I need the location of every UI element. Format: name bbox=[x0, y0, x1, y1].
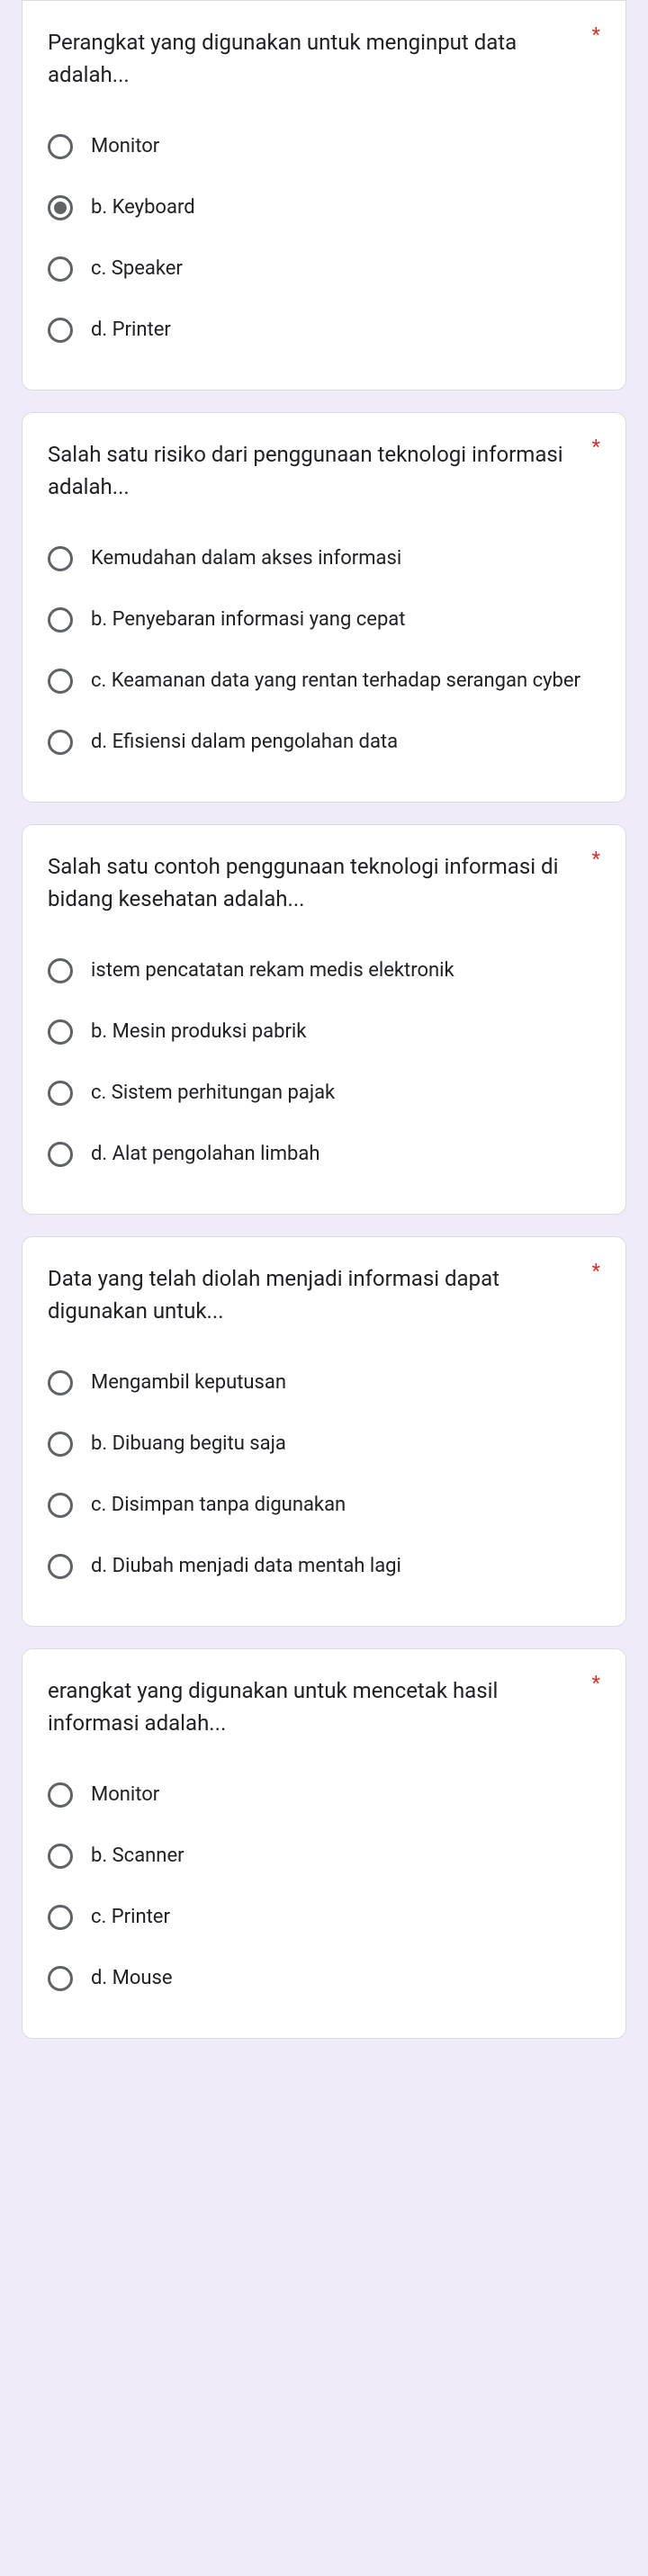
question-card: Perangkat yang digunakan untuk menginput… bbox=[22, 0, 626, 390]
radio-option[interactable]: d. Efisiensi dalam pengolahan data bbox=[48, 721, 600, 764]
radio-option[interactable]: Monitor bbox=[48, 1773, 600, 1817]
options-group: Mengambil keputusan b. Dibuang begitu sa… bbox=[48, 1352, 600, 1597]
radio-icon bbox=[48, 958, 73, 983]
radio-option[interactable]: c. Printer bbox=[48, 1896, 600, 1939]
option-label: b. Mesin produksi pabrik bbox=[91, 1018, 306, 1046]
radio-option[interactable]: d. Alat pengolahan limbah bbox=[48, 1133, 600, 1176]
option-label: Mengambil keputusan bbox=[91, 1369, 286, 1397]
radio-icon bbox=[48, 256, 73, 282]
radio-option[interactable]: Monitor bbox=[48, 125, 600, 168]
option-label: c. Disimpan tanpa digunakan bbox=[91, 1491, 346, 1520]
option-label: d. Printer bbox=[91, 316, 171, 345]
question-text: Data yang telah diolah menjadi informasi… bbox=[48, 1262, 589, 1327]
radio-icon bbox=[48, 134, 73, 159]
radio-icon bbox=[48, 1493, 73, 1518]
radio-icon bbox=[48, 730, 73, 755]
radio-option[interactable]: b. Dibuang begitu saja bbox=[48, 1423, 600, 1466]
options-group: Kemudahan dalam akses informasi b. Penye… bbox=[48, 528, 600, 773]
option-label: b. Dibuang begitu saja bbox=[91, 1430, 286, 1459]
option-label: b. Scanner bbox=[91, 1842, 184, 1871]
radio-icon bbox=[48, 546, 73, 571]
options-group: istem pencatatan rekam medis elektronik … bbox=[48, 940, 600, 1185]
radio-icon bbox=[48, 669, 73, 694]
question-header: Salah satu contoh penggunaan teknologi i… bbox=[48, 850, 600, 915]
radio-option[interactable]: c. Keamanan data yang rentan terhadap se… bbox=[48, 660, 600, 703]
question-header: Salah satu risiko dari penggunaan teknol… bbox=[48, 438, 600, 503]
radio-icon bbox=[48, 1142, 73, 1167]
required-asterisk: * bbox=[592, 438, 600, 458]
option-label: c. Printer bbox=[91, 1903, 170, 1932]
options-group: Monitor b. Scanner c. Printer d. Mouse bbox=[48, 1764, 600, 2009]
required-asterisk: * bbox=[592, 1674, 600, 1694]
radio-icon bbox=[48, 1081, 73, 1106]
option-label: b. Penyebaran informasi yang cepat bbox=[91, 606, 405, 634]
option-label: d. Mouse bbox=[91, 1964, 173, 1993]
radio-option[interactable]: d. Printer bbox=[48, 309, 600, 352]
radio-option[interactable]: b. Mesin produksi pabrik bbox=[48, 1010, 600, 1054]
option-label: d. Alat pengolahan limbah bbox=[91, 1140, 320, 1169]
question-header: Data yang telah diolah menjadi informasi… bbox=[48, 1262, 600, 1327]
radio-option[interactable]: Kemudahan dalam akses informasi bbox=[48, 537, 600, 580]
question-text: Salah satu risiko dari penggunaan teknol… bbox=[48, 438, 589, 503]
form-page: Perangkat yang digunakan untuk menginput… bbox=[0, 0, 648, 2075]
radio-icon bbox=[48, 1019, 73, 1045]
radio-option[interactable]: b. Keyboard bbox=[48, 186, 600, 229]
radio-option[interactable]: b. Penyebaran informasi yang cepat bbox=[48, 598, 600, 642]
radio-icon bbox=[48, 1782, 73, 1808]
option-label: c. Sistem perhitungan pajak bbox=[91, 1079, 335, 1108]
options-group: Monitor b. Keyboard c. Speaker d. Printe… bbox=[48, 116, 600, 361]
radio-option[interactable]: c. Sistem perhitungan pajak bbox=[48, 1072, 600, 1115]
radio-icon bbox=[48, 607, 73, 633]
radio-option[interactable]: d. Mouse bbox=[48, 1957, 600, 2000]
question-text: erangkat yang digunakan untuk mencetak h… bbox=[48, 1674, 589, 1739]
question-card: Salah satu contoh penggunaan teknologi i… bbox=[22, 824, 626, 1215]
radio-icon bbox=[48, 1554, 73, 1579]
option-label: Kemudahan dalam akses informasi bbox=[91, 544, 401, 573]
radio-option[interactable]: d. Diubah menjadi data mentah lagi bbox=[48, 1545, 600, 1588]
radio-icon bbox=[48, 1966, 73, 1991]
radio-option[interactable]: Mengambil keputusan bbox=[48, 1361, 600, 1405]
radio-icon bbox=[48, 1370, 73, 1396]
option-label: istem pencatatan rekam medis elektronik bbox=[91, 956, 454, 985]
option-label: d. Diubah menjadi data mentah lagi bbox=[91, 1552, 401, 1581]
required-asterisk: * bbox=[592, 1262, 600, 1282]
option-label: Monitor bbox=[91, 132, 159, 161]
question-card: Salah satu risiko dari penggunaan teknol… bbox=[22, 412, 626, 803]
option-label: b. Keyboard bbox=[91, 193, 195, 222]
radio-option[interactable]: c. Disimpan tanpa digunakan bbox=[48, 1484, 600, 1527]
question-header: Perangkat yang digunakan untuk menginput… bbox=[48, 26, 600, 91]
radio-icon bbox=[48, 318, 73, 343]
radio-option[interactable]: b. Scanner bbox=[48, 1835, 600, 1878]
question-text: Perangkat yang digunakan untuk menginput… bbox=[48, 26, 589, 91]
radio-icon bbox=[48, 1905, 73, 1930]
radio-option[interactable]: istem pencatatan rekam medis elektronik bbox=[48, 949, 600, 992]
option-label: c. Keamanan data yang rentan terhadap se… bbox=[91, 667, 580, 696]
option-label: d. Efisiensi dalam pengolahan data bbox=[91, 728, 398, 757]
required-asterisk: * bbox=[592, 850, 600, 870]
option-label: Monitor bbox=[91, 1781, 159, 1809]
required-asterisk: * bbox=[592, 26, 600, 46]
question-card: erangkat yang digunakan untuk mencetak h… bbox=[22, 1648, 626, 2039]
option-label: c. Speaker bbox=[91, 255, 183, 283]
radio-icon bbox=[48, 1844, 73, 1869]
radio-icon bbox=[48, 195, 73, 220]
question-text: Salah satu contoh penggunaan teknologi i… bbox=[48, 850, 589, 915]
question-header: erangkat yang digunakan untuk mencetak h… bbox=[48, 1674, 600, 1739]
radio-icon bbox=[48, 1432, 73, 1457]
question-card: Data yang telah diolah menjadi informasi… bbox=[22, 1236, 626, 1627]
radio-option[interactable]: c. Speaker bbox=[48, 247, 600, 291]
